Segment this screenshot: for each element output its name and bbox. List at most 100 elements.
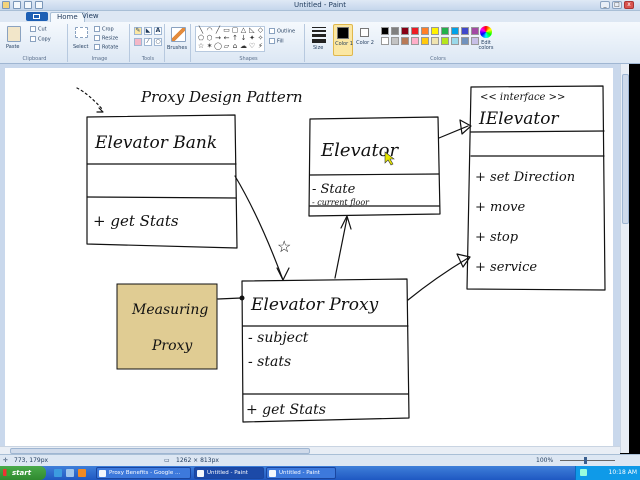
minimize-button[interactable]: _ (600, 1, 610, 9)
shape-option-icon[interactable]: ✶ (206, 43, 214, 50)
color-swatch[interactable] (451, 27, 459, 35)
drawing-canvas[interactable]: Proxy Design Pattern Elevator Bank + get… (5, 68, 613, 451)
start-button[interactable]: start (0, 466, 46, 480)
ielevator-stereotype: << interface >> (480, 92, 565, 103)
outline-button[interactable]: Outline (269, 28, 295, 35)
quicklaunch-desktop-icon[interactable] (66, 469, 74, 477)
paste-icon[interactable] (7, 26, 21, 42)
shape-option-icon[interactable]: ⬡ (206, 35, 214, 42)
color1-button[interactable]: Color 1 (333, 24, 353, 56)
shape-option-icon[interactable]: ← (223, 35, 231, 42)
cut-button[interactable]: Cut (30, 26, 47, 33)
rotate-label: Rotate (102, 44, 119, 51)
system-tray: 10:18 AM (575, 466, 640, 480)
menu-icon (33, 14, 40, 19)
task-paint[interactable]: Untitled - Paint (266, 467, 336, 479)
shape-option-icon[interactable]: ↑ (231, 35, 239, 42)
star-mark: ☆ (277, 237, 291, 256)
shape-option-icon[interactable]: ✦ (248, 35, 256, 42)
color-swatch[interactable] (431, 27, 439, 35)
shape-option-icon[interactable]: ◇ (257, 27, 265, 34)
shape-option-icon[interactable]: ╱ (214, 27, 222, 34)
color-swatch[interactable] (381, 37, 389, 45)
crop-button[interactable]: Crop (94, 26, 114, 33)
magnifier-icon[interactable]: ○ (154, 38, 162, 46)
shape-option-icon[interactable]: ╲ (197, 27, 205, 34)
colors-group-label: Colors (430, 56, 446, 62)
cut-label: Cut (38, 26, 47, 33)
close-button[interactable]: x (624, 1, 634, 9)
shape-option-icon[interactable]: ⌂ (231, 43, 239, 50)
shape-option-icon[interactable]: ⚡ (257, 43, 265, 50)
color-swatch[interactable] (381, 27, 389, 35)
shape-option-icon[interactable]: △ (240, 27, 248, 34)
select-icon[interactable] (75, 27, 88, 38)
paint-menu-button[interactable] (26, 12, 48, 21)
tab-view[interactable]: View (76, 12, 105, 22)
color-swatch[interactable] (461, 37, 469, 45)
outline-label: Outline (277, 28, 296, 35)
fill-bucket-icon[interactable]: ◣ (144, 27, 152, 35)
color2-swatch (360, 28, 369, 37)
shape-option-icon[interactable]: → (214, 35, 222, 42)
edit-colors-button[interactable]: Edit colors (476, 25, 496, 55)
color-swatch[interactable] (391, 27, 399, 35)
shape-option-icon[interactable]: ☆ (197, 43, 205, 50)
shape-option-icon[interactable]: ◺ (248, 27, 256, 34)
vertical-scrollbar[interactable] (620, 64, 629, 453)
brushes-icon[interactable] (171, 27, 186, 42)
color-swatch[interactable] (441, 27, 449, 35)
color-swatch[interactable] (421, 37, 429, 45)
quicklaunch-ie-icon[interactable] (54, 469, 62, 477)
color-swatch[interactable] (411, 27, 419, 35)
shape-option-icon[interactable]: ♡ (248, 43, 256, 50)
shape-option-icon[interactable]: ⬠ (197, 35, 205, 42)
maximize-button[interactable]: □ (612, 1, 622, 9)
color2-button[interactable]: Color 2 (355, 24, 375, 56)
shape-option-icon[interactable]: ✧ (257, 35, 265, 42)
brushes-button[interactable]: Brushes (167, 45, 187, 51)
color-swatch[interactable] (421, 27, 429, 35)
shape-option-icon[interactable]: ↓ (240, 35, 248, 42)
shape-option-icon[interactable]: ☁ (240, 43, 248, 50)
color-swatch[interactable] (401, 27, 409, 35)
eraser-icon[interactable] (134, 38, 142, 46)
color-swatch[interactable] (441, 37, 449, 45)
resize-button[interactable]: Resize (94, 35, 118, 42)
shape-option-icon[interactable]: ▢ (231, 27, 239, 34)
size-button[interactable]: Size (307, 24, 331, 54)
color-swatch[interactable] (411, 37, 419, 45)
edit-colors-label: Edit colors (478, 40, 494, 51)
color-swatch[interactable] (391, 37, 399, 45)
shape-option-icon[interactable]: ▭ (223, 27, 231, 34)
elevator-bank-op: + get Stats (93, 212, 179, 230)
color-swatch[interactable] (431, 37, 439, 45)
fill-button[interactable]: Fill (269, 38, 284, 45)
color-swatch[interactable] (461, 27, 469, 35)
zoom-slider[interactable] (560, 460, 615, 461)
pencil-icon[interactable]: ✎ (134, 27, 142, 35)
color-swatch[interactable] (401, 37, 409, 45)
tray-icon[interactable] (580, 469, 587, 476)
task-google[interactable]: Proxy Benefits - Google ... (96, 467, 191, 479)
zoom-slider-knob[interactable] (584, 457, 587, 464)
color-swatch[interactable] (451, 37, 459, 45)
text-icon[interactable]: A (154, 27, 162, 35)
copy-label: Copy (38, 36, 51, 43)
select-button[interactable]: Select (73, 44, 88, 50)
shape-option-icon[interactable]: ▱ (223, 43, 231, 50)
horizontal-scrollbar[interactable] (0, 446, 620, 454)
quicklaunch-media-icon[interactable] (78, 469, 86, 477)
shape-option-icon[interactable]: ◯ (214, 43, 222, 50)
elevator-proxy-attr-stats: - stats (248, 354, 291, 370)
color-picker-icon[interactable]: ⁄ (144, 38, 152, 46)
paste-button[interactable]: Paste (6, 44, 20, 50)
shape-option-icon[interactable]: ◠ (206, 27, 214, 34)
size-label: Size (313, 45, 324, 51)
task-paint-active[interactable]: Untitled - Paint (194, 467, 264, 479)
copy-button[interactable]: Copy (30, 36, 51, 43)
rotate-button[interactable]: Rotate (94, 44, 118, 51)
vertical-scroll-thumb[interactable] (622, 74, 629, 224)
ribbon-tabs: Home View (0, 11, 640, 22)
ielevator-op-set-direction: + set Direction (475, 170, 575, 185)
